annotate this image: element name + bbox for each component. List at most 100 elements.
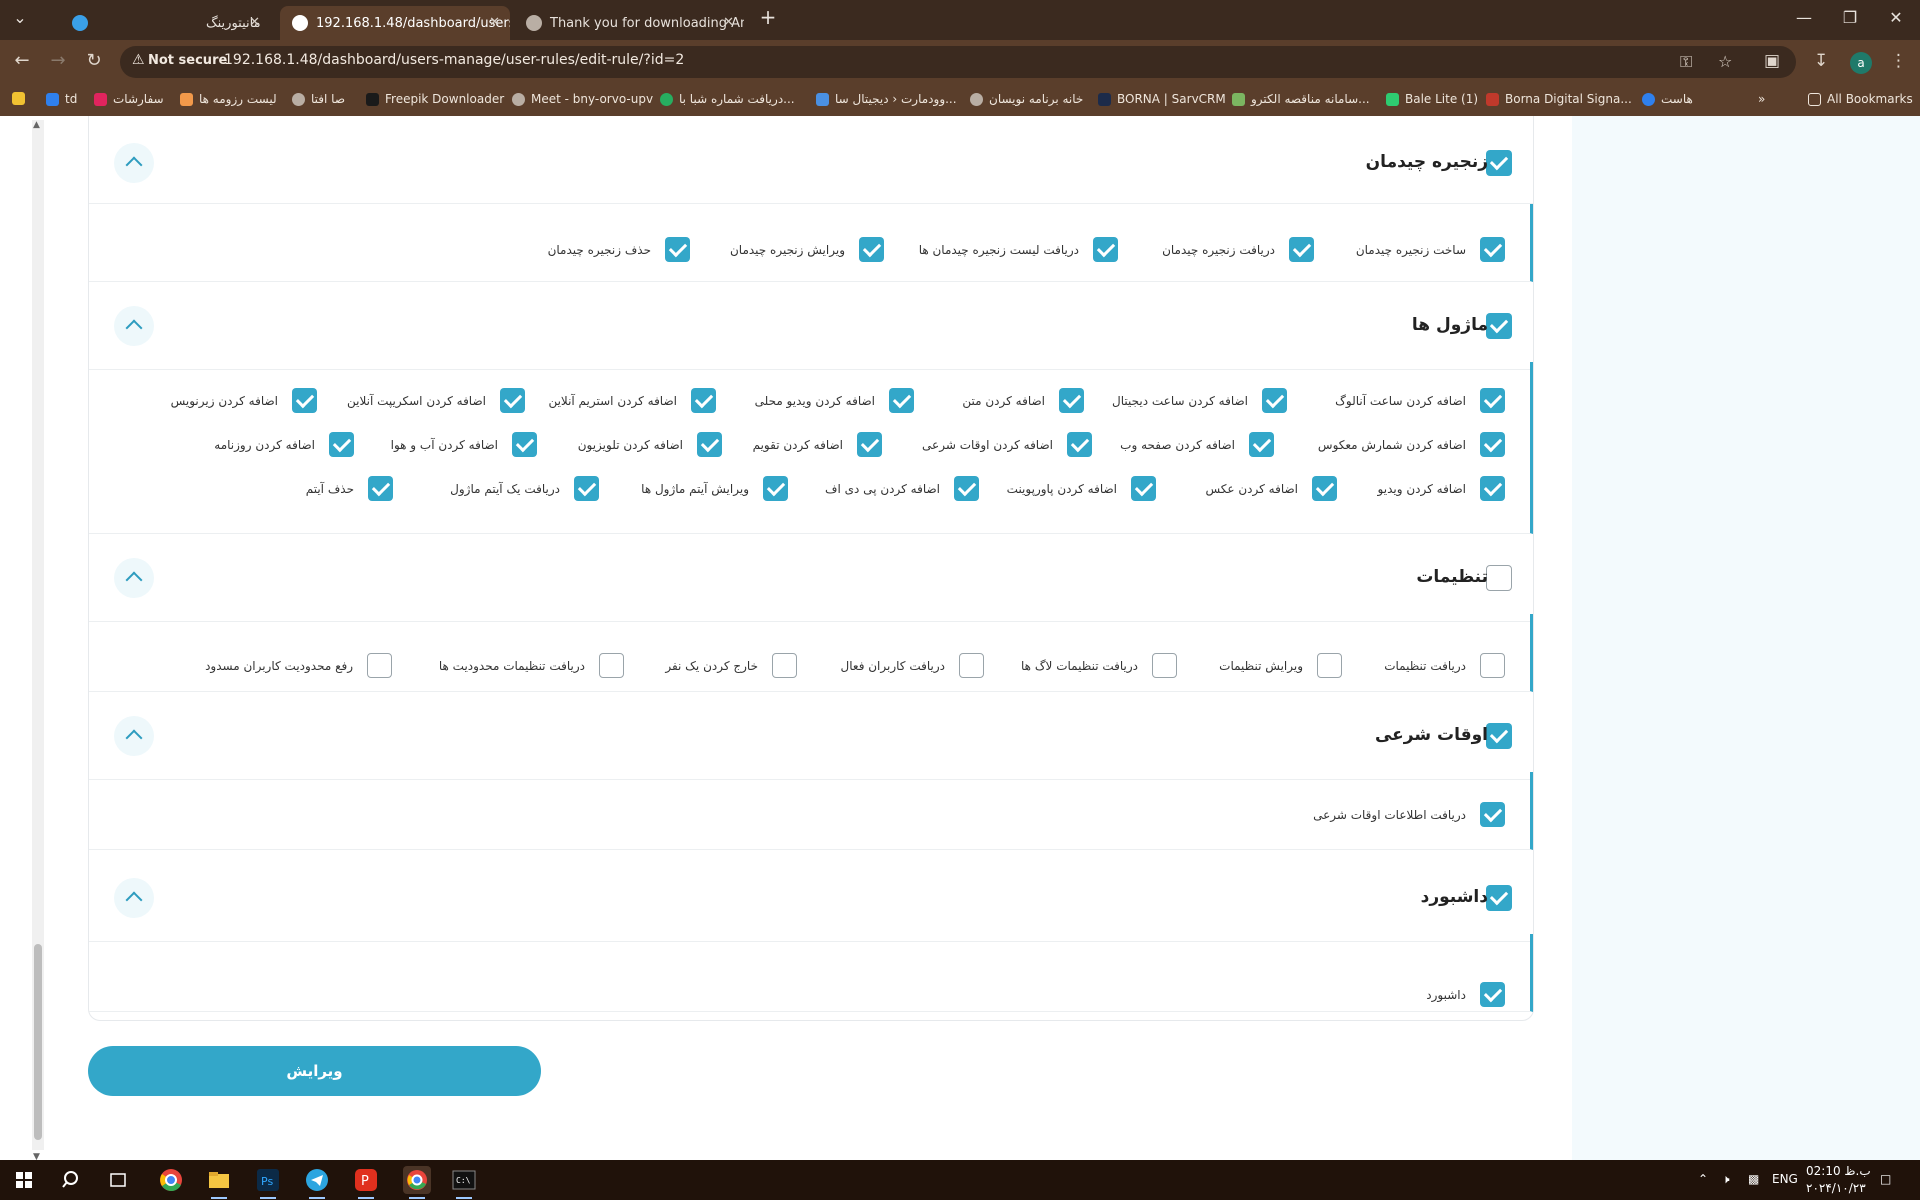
permission-item[interactable]: اضافه کردن شمارش معکوس xyxy=(1318,432,1505,457)
section-checkbox[interactable] xyxy=(1486,150,1512,176)
permission-checkbox[interactable] xyxy=(691,388,716,413)
section-header[interactable]: داشبورد xyxy=(89,854,1533,942)
tab-download[interactable]: Thank you for downloading An ✕ xyxy=(514,6,744,40)
bookmark-item[interactable]: سفارشات xyxy=(94,92,164,106)
bookmark-item[interactable]: Bale Lite (1) xyxy=(1386,92,1478,106)
bookmark-item[interactable]: هاست xyxy=(1642,92,1693,106)
permission-checkbox[interactable] xyxy=(857,432,882,457)
address-bar[interactable]: ⚠ Not secure 192.168.1.48/dashboard/user… xyxy=(120,46,1796,78)
search-icon[interactable] xyxy=(58,1166,86,1194)
permission-item[interactable]: ساخت زنجیره چیدمان xyxy=(1356,237,1505,262)
section-checkbox[interactable] xyxy=(1486,885,1512,911)
permission-checkbox[interactable] xyxy=(1317,653,1342,678)
profile-avatar[interactable]: a xyxy=(1850,52,1872,74)
permission-checkbox[interactable] xyxy=(292,388,317,413)
permission-checkbox[interactable] xyxy=(1093,237,1118,262)
page-scrollbar[interactable]: ▲ ▼ xyxy=(32,120,44,1162)
section-checkbox[interactable] xyxy=(1486,723,1512,749)
bookmark-apps-icon[interactable] xyxy=(12,92,31,105)
permission-item[interactable]: دریافت لیست زنجیره چیدمان ها xyxy=(919,237,1118,262)
tray-chevron-icon[interactable]: ⌃ xyxy=(1698,1172,1708,1186)
close-icon[interactable]: ✕ xyxy=(489,15,500,30)
permission-item[interactable]: دریافت تنظیمات محدودیت ها xyxy=(439,653,624,678)
permission-item[interactable]: اضافه کردن پاورپوینت xyxy=(1007,476,1156,501)
bookmark-item[interactable]: Meet - bny-orvo-upv xyxy=(512,92,653,106)
section-header[interactable]: اوقات شرعی xyxy=(89,692,1533,780)
chrome-icon[interactable] xyxy=(157,1166,185,1194)
bookmark-item[interactable]: صا افتا xyxy=(292,92,345,106)
tab-current[interactable]: 192.168.1.48/dashboard/users- ✕ xyxy=(280,6,510,40)
permission-checkbox[interactable] xyxy=(512,432,537,457)
permission-checkbox[interactable] xyxy=(665,237,690,262)
tab-monitoring[interactable]: مانیتورینگ ✕ xyxy=(60,6,270,40)
extensions-icon[interactable]: ▣ xyxy=(1764,51,1780,71)
permission-checkbox[interactable] xyxy=(1289,237,1314,262)
scroll-up-icon[interactable]: ▲ xyxy=(33,120,40,130)
chevron-double-icon[interactable]: » xyxy=(1758,92,1765,106)
permission-checkbox[interactable] xyxy=(1249,432,1274,457)
section-checkbox[interactable] xyxy=(1486,313,1512,339)
permission-item[interactable]: اضافه کردن صفحه وب xyxy=(1120,432,1274,457)
permission-item[interactable]: اضافه کردن ساعت دیجیتال xyxy=(1112,388,1287,413)
windows-start-icon[interactable] xyxy=(10,1166,38,1194)
permission-item[interactable]: اضافه کردن اسکریپت آنلاین xyxy=(347,388,525,413)
clock-date[interactable]: ۲۰۲۴/۱۰/۲۳ xyxy=(1806,1181,1866,1195)
language-indicator[interactable]: ENG xyxy=(1772,1172,1798,1186)
network-icon[interactable]: ▩ xyxy=(1748,1172,1759,1186)
section-header[interactable]: زنجیره چیدمان xyxy=(89,116,1533,204)
permission-checkbox[interactable] xyxy=(329,432,354,457)
back-icon[interactable]: ← xyxy=(10,50,34,71)
permission-item[interactable]: دریافت کاربران فعال xyxy=(841,653,984,678)
permission-item[interactable]: ویرایش زنجیره چیدمان xyxy=(730,237,884,262)
minimize-icon[interactable]: — xyxy=(1784,8,1824,27)
scrollbar-thumb[interactable] xyxy=(34,944,42,1140)
permission-checkbox[interactable] xyxy=(1480,653,1505,678)
notifications-icon[interactable]: □ xyxy=(1880,1172,1891,1186)
permission-item[interactable]: خارج کردن یک نفر xyxy=(665,653,797,678)
permission-checkbox[interactable] xyxy=(1312,476,1337,501)
download-icon[interactable]: ↧ xyxy=(1814,51,1828,71)
bookmark-item[interactable]: Borna Digital Signa... xyxy=(1486,92,1632,106)
warning-icon[interactable]: ⚠ xyxy=(132,52,145,68)
star-icon[interactable]: ☆ xyxy=(1718,52,1732,71)
collapse-chevron-up-icon[interactable] xyxy=(114,143,154,183)
menu-icon[interactable]: ⋮ xyxy=(1890,51,1907,71)
permission-checkbox[interactable] xyxy=(367,653,392,678)
section-header[interactable]: تنظیمات xyxy=(89,534,1533,622)
permission-checkbox[interactable] xyxy=(697,432,722,457)
permission-checkbox[interactable] xyxy=(1059,388,1084,413)
permission-item[interactable]: دریافت تنظیمات xyxy=(1384,653,1505,678)
permission-item[interactable]: رفع محدودیت کاربران مسدود xyxy=(205,653,392,678)
reload-icon[interactable]: ↻ xyxy=(82,50,106,71)
task-view-icon[interactable] xyxy=(104,1166,132,1194)
permission-item[interactable]: حذف آیتم xyxy=(306,476,393,501)
permission-checkbox[interactable] xyxy=(1067,432,1092,457)
permission-item[interactable]: اضافه کردن ساعت آنالوگ xyxy=(1335,388,1505,413)
permission-checkbox[interactable] xyxy=(1480,237,1505,262)
permission-checkbox[interactable] xyxy=(889,388,914,413)
bookmark-item[interactable]: لیست رزومه ها xyxy=(180,92,277,106)
permission-item[interactable]: اضافه کردن متن xyxy=(962,388,1084,413)
permission-checkbox[interactable] xyxy=(1131,476,1156,501)
permission-checkbox[interactable] xyxy=(1262,388,1287,413)
bookmark-item[interactable]: td xyxy=(46,92,77,106)
security-label[interactable]: Not secure xyxy=(148,53,227,68)
permission-checkbox[interactable] xyxy=(1480,432,1505,457)
permission-item[interactable]: حذف زنجیره چیدمان xyxy=(548,237,690,262)
permission-item[interactable]: اضافه کردن اوقات شرعی xyxy=(922,432,1092,457)
bookmark-item[interactable]: Freepik Downloader xyxy=(366,92,504,106)
permission-item[interactable]: اضافه کردن آب و هوا xyxy=(391,432,537,457)
bookmark-item[interactable]: وودمارت ‹ دیجیتال سا... xyxy=(816,92,957,106)
url-text[interactable]: 192.168.1.48/dashboard/users-manage/user… xyxy=(224,52,684,68)
permission-checkbox[interactable] xyxy=(574,476,599,501)
permission-checkbox[interactable] xyxy=(599,653,624,678)
permission-item[interactable]: اضافه کردن تلویزیون xyxy=(578,432,722,457)
permission-checkbox[interactable] xyxy=(1152,653,1177,678)
collapse-chevron-up-icon[interactable] xyxy=(114,716,154,756)
permission-item[interactable]: دریافت یک آیتم ماژول xyxy=(450,476,599,501)
forward-icon[interactable]: → xyxy=(46,50,70,71)
permission-item[interactable]: دریافت اطلاعات اوقات شرعی xyxy=(1313,802,1505,827)
permission-item[interactable]: ویرایش آیتم ماژول ها xyxy=(641,476,788,501)
permission-checkbox[interactable] xyxy=(763,476,788,501)
photoshop-icon[interactable]: Ps xyxy=(254,1166,282,1199)
